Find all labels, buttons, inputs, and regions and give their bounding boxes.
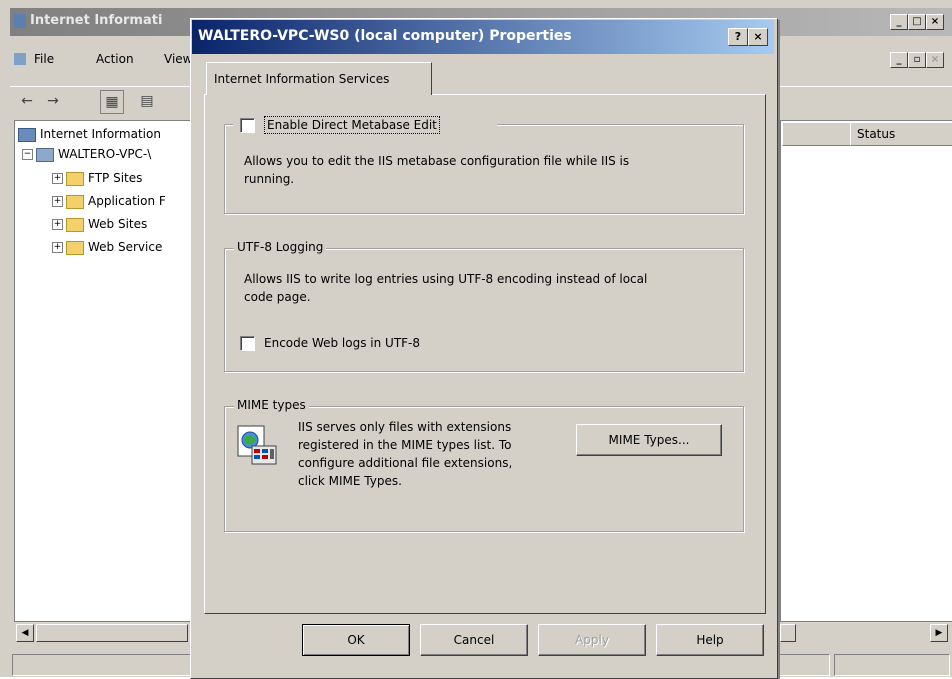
show-tree-icon[interactable]: ▦ (100, 90, 124, 114)
column-header[interactable] (782, 122, 851, 146)
computer-icon (36, 147, 54, 162)
expand-icon[interactable]: + (52, 242, 63, 253)
utf8-description-line1: Allows IIS to write log entries using UT… (244, 272, 648, 286)
mdi-restore-icon[interactable]: ▫ (908, 52, 926, 68)
scroll-thumb[interactable] (36, 624, 188, 642)
collapse-icon[interactable]: − (22, 149, 33, 160)
mime-description-line3: configure additional file extensions, (298, 456, 513, 470)
tree-item-label: FTP Sites (88, 171, 143, 185)
main-window-title: Internet Informati (30, 13, 163, 28)
scroll-right-icon[interactable]: ▶ (930, 624, 948, 642)
mdi-minimize-icon[interactable]: _ (890, 52, 908, 68)
tree-root[interactable]: Internet Information (18, 124, 161, 144)
folder-icon (66, 240, 84, 255)
metabase-description-line2: running. (244, 172, 295, 186)
ok-button[interactable]: OK (302, 624, 410, 656)
mime-description-line1: IIS serves only files with extensions (298, 420, 512, 434)
back-arrow-icon[interactable]: ← (16, 90, 38, 112)
folder-icon (66, 217, 84, 232)
menu-action[interactable]: Action (96, 52, 134, 66)
dialog-close-icon[interactable]: × (748, 28, 768, 46)
metabase-description-line1: Allows you to edit the IIS metabase conf… (244, 154, 630, 168)
tree-item-label: Web Sites (88, 217, 148, 231)
apply-button[interactable]: Apply (538, 624, 646, 656)
mime-description-line2: registered in the MIME types list. To (298, 438, 512, 452)
tab-label: Internet Information Services (214, 72, 390, 86)
list-pane[interactable] (780, 120, 952, 622)
minimize-icon[interactable]: _ (890, 14, 908, 30)
tree-root-label: Internet Information (40, 127, 161, 141)
tree-item-web-sites[interactable]: + Web Sites (52, 214, 147, 234)
utf8-logging-group (224, 248, 744, 372)
folder-icon (66, 194, 84, 209)
scroll-thumb-right[interactable] (780, 624, 796, 642)
expand-icon[interactable]: + (52, 196, 63, 207)
utf8-description-line2: code page. (244, 290, 311, 304)
menu-view[interactable]: View (164, 52, 192, 66)
restore-icon[interactable]: □ (908, 14, 926, 30)
mime-description-line4: click MIME Types. (298, 474, 402, 488)
mime-group-label: MIME types (234, 398, 309, 412)
enable-metabase-edit-checkbox[interactable] (240, 118, 255, 133)
close-icon[interactable]: × (926, 14, 944, 30)
expand-icon[interactable]: + (52, 173, 63, 184)
iis-icon (18, 127, 36, 142)
export-list-icon[interactable]: ▤ (136, 90, 158, 112)
status-column-header[interactable]: Status (850, 122, 952, 146)
tree-item-application-pools[interactable]: + Application F (52, 191, 166, 211)
console-icon (14, 53, 26, 65)
encode-utf8-label[interactable]: Encode Web logs in UTF-8 (264, 334, 420, 352)
tree-computer[interactable]: − WALTERO-VPC-\ (22, 144, 151, 164)
tree-item-label: Web Service (88, 240, 163, 254)
tree-computer-label: WALTERO-VPC-\ (58, 147, 152, 161)
tree-item-label: Application F (88, 194, 166, 208)
dialog-title: WALTERO-VPC-WS0 (local computer) Propert… (198, 28, 572, 44)
forward-arrow-icon[interactable]: → (42, 90, 64, 112)
tree-item-ftp-sites[interactable]: + FTP Sites (52, 168, 142, 188)
expand-icon[interactable]: + (52, 219, 63, 230)
app-icon (14, 14, 26, 28)
tree-item-web-service-extensions[interactable]: + Web Service (52, 237, 162, 257)
help-icon[interactable]: ? (728, 28, 748, 46)
scroll-left-icon[interactable]: ◀ (16, 624, 34, 642)
utf8-group-label: UTF-8 Logging (234, 240, 327, 254)
encode-utf8-checkbox[interactable] (240, 336, 255, 351)
folder-icon (66, 171, 84, 186)
menu-file[interactable]: File (34, 52, 54, 66)
status-cell-secondary (834, 654, 950, 676)
enable-metabase-edit-label[interactable]: Enable Direct Metabase Edit (264, 116, 440, 134)
cancel-button[interactable]: Cancel (420, 624, 528, 656)
help-button[interactable]: Help (656, 624, 764, 656)
mime-types-button[interactable]: MIME Types... (576, 424, 722, 456)
mime-types-icon (236, 424, 280, 468)
mdi-close-icon[interactable]: × (926, 52, 944, 68)
